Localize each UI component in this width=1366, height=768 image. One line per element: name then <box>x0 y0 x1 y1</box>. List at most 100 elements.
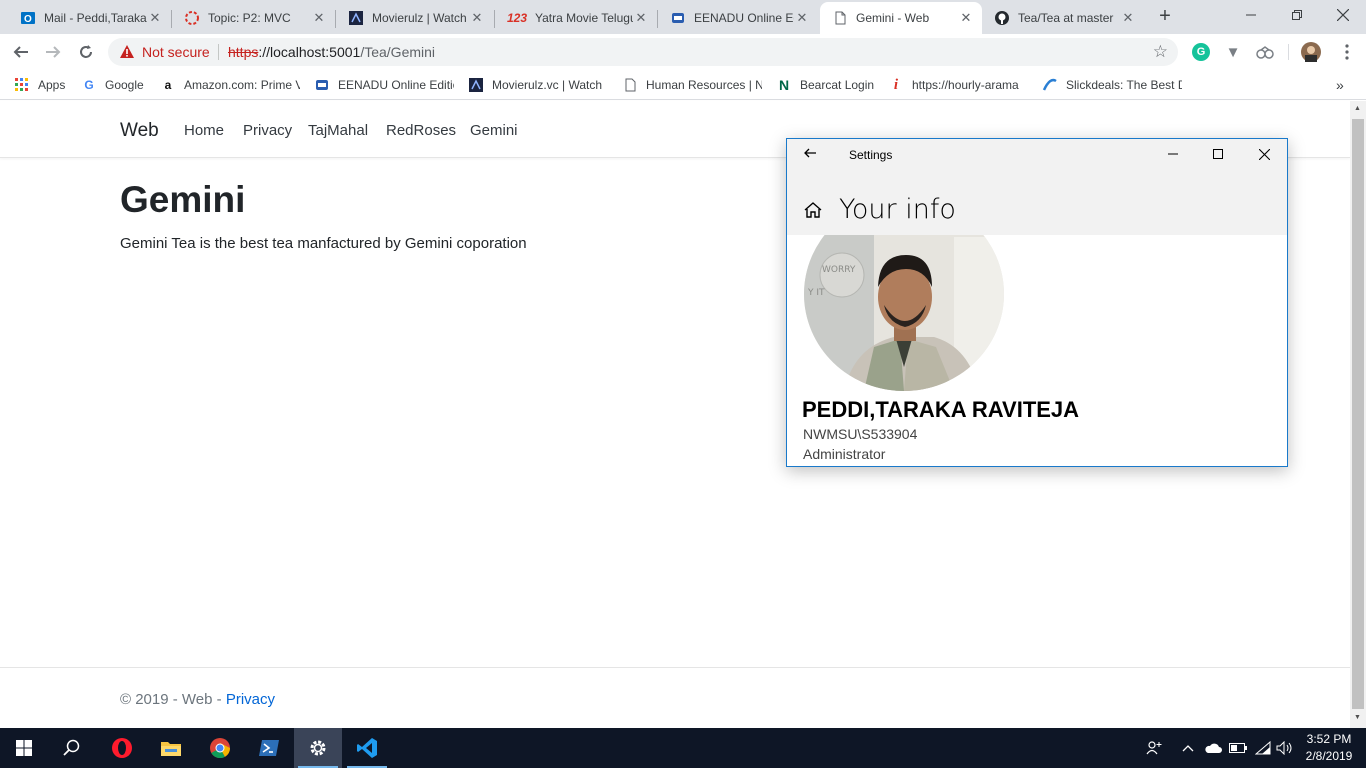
clock-time: 3:52 PM <box>1306 732 1352 746</box>
tab-github[interactable]: Tea/Tea at master ✕ <box>982 2 1144 34</box>
clock-date: 2/8/2019 <box>1305 749 1353 763</box>
close-icon[interactable]: ✕ <box>633 10 649 26</box>
page-scrollbar[interactable]: ▲ ▼ <box>1350 101 1366 728</box>
nav-link-gemini[interactable]: Gemini <box>470 122 518 139</box>
bookmark-human-resources[interactable]: Human Resources | N <box>622 76 762 94</box>
close-icon[interactable]: ✕ <box>794 10 810 26</box>
bookmark-google[interactable]: G Google <box>81 76 143 94</box>
bookmark-slickdeals[interactable]: Slickdeals: The Best D <box>1042 76 1182 94</box>
new-tab-button[interactable]: + <box>1155 6 1175 26</box>
window-close-icon[interactable] <box>1320 0 1366 30</box>
profile-avatar[interactable] <box>1301 42 1321 62</box>
site-brand[interactable]: Web <box>120 120 159 142</box>
windows-start-icon[interactable] <box>0 728 48 768</box>
tab-mail[interactable]: O Mail - Peddi,Taraka ✕ <box>8 2 171 34</box>
nav-link-privacy[interactable]: Privacy <box>243 122 292 139</box>
back-arrow-icon[interactable] <box>803 146 817 165</box>
close-icon[interactable]: ✕ <box>1120 10 1136 26</box>
address-bar[interactable]: Not secure https://localhost:5001/Tea/Ge… <box>108 38 1178 66</box>
tab-movierulz[interactable]: Movierulz | Watch ✕ <box>336 2 493 34</box>
bookmark-amazon[interactable]: a Amazon.com: Prime V <box>160 76 300 94</box>
settings-page-title: Your info <box>839 194 956 225</box>
battery-icon[interactable] <box>1227 728 1249 768</box>
eenadu-icon <box>314 77 330 93</box>
vpn-extension-icon[interactable]: ▼ <box>1224 43 1242 61</box>
svg-text:O: O <box>24 14 32 25</box>
svg-text:Y IT: Y IT <box>807 288 825 298</box>
info-icon: i <box>893 76 899 93</box>
minimize-icon[interactable] <box>1158 143 1188 165</box>
browser-tab-strip: O Mail - Peddi,Taraka ✕ Topic: P2: MVC ✕… <box>0 0 1366 34</box>
restore-icon[interactable] <box>1274 0 1320 30</box>
apps-grid-icon <box>14 77 30 93</box>
bookmarks-bar: Apps G Google a Amazon.com: Prime V EENA… <box>0 70 1366 100</box>
tab-eenadu[interactable]: EENADU Online Ed ✕ <box>658 2 818 34</box>
file-explorer-icon[interactable] <box>147 728 195 768</box>
tab-topic[interactable]: Topic: P2: MVC ✕ <box>172 2 335 34</box>
settings-window-title: Settings <box>849 148 893 162</box>
outlook-icon: O <box>20 10 36 26</box>
bookmark-bearcat[interactable]: N Bearcat Login <box>776 76 874 94</box>
bookmarks-overflow-button[interactable]: » <box>1336 76 1344 94</box>
close-icon[interactable]: ✕ <box>147 10 163 26</box>
windows-taskbar: 3:52 PM 2/8/2019 <box>0 728 1366 768</box>
close-icon[interactable]: ✕ <box>469 10 485 26</box>
123-icon: 123 <box>506 11 528 25</box>
movierulz-icon <box>348 10 364 26</box>
forward-arrow-icon[interactable] <box>40 39 66 65</box>
close-icon[interactable] <box>1249 143 1279 165</box>
people-icon[interactable] <box>1142 728 1166 768</box>
page-description: Gemini Tea is the best tea manfactured b… <box>120 235 527 252</box>
tab-gemini[interactable]: Gemini - Web ✕ <box>820 2 982 34</box>
footer-text: © 2019 - Web - Privacy <box>120 691 276 708</box>
user-display-name: PEDDI,TARAKA RAVITEJA <box>802 397 1080 422</box>
tab-yatra[interactable]: 123 Yatra Movie Telugu ✕ <box>495 2 657 34</box>
nav-link-redroses[interactable]: RedRoses <box>386 122 456 139</box>
extension-icon[interactable] <box>1256 43 1274 61</box>
minimize-icon[interactable] <box>1228 0 1274 30</box>
footer-privacy-link[interactable]: Privacy <box>226 691 275 708</box>
slickdeals-icon <box>1042 77 1058 93</box>
vscode-icon[interactable] <box>343 728 391 768</box>
wifi-icon[interactable] <box>1252 728 1274 768</box>
movierulz-icon <box>468 77 484 93</box>
bookmark-hourly[interactable]: i https://hourly-arama <box>888 76 1024 94</box>
bookmark-movierulz[interactable]: Movierulz.vc | Watch <box>468 76 604 94</box>
taskbar-clock[interactable]: 3:52 PM 2/8/2019 <box>1296 731 1362 765</box>
opera-icon[interactable] <box>98 728 146 768</box>
settings-window: Settings Your info WORRY Y IT PEDDI,TARA… <box>786 138 1288 467</box>
search-icon[interactable] <box>48 728 96 768</box>
bearcat-icon: N <box>778 77 790 93</box>
grammarly-icon[interactable]: G <box>1192 43 1210 61</box>
powershell-icon[interactable] <box>245 728 293 768</box>
toolbar-divider <box>1288 44 1289 60</box>
maximize-icon[interactable] <box>1203 143 1233 165</box>
close-icon[interactable]: ✕ <box>311 10 327 26</box>
warning-triangle-icon[interactable] <box>119 44 135 64</box>
url-text[interactable]: https://localhost:5001/Tea/Gemini <box>228 44 435 60</box>
bookmark-star-icon[interactable]: ☆ <box>1153 42 1168 62</box>
home-icon[interactable] <box>803 201 823 224</box>
scroll-down-arrow-icon[interactable]: ▼ <box>1354 714 1362 721</box>
back-arrow-icon[interactable] <box>8 39 34 65</box>
scroll-up-arrow-icon[interactable]: ▲ <box>1354 105 1362 112</box>
bookmark-apps[interactable]: Apps <box>14 76 65 94</box>
page-icon <box>832 10 848 26</box>
nav-link-tajmahal[interactable]: TajMahal <box>308 122 368 139</box>
onedrive-cloud-icon[interactable] <box>1202 728 1224 768</box>
browser-toolbar: Not secure https://localhost:5001/Tea/Ge… <box>0 34 1366 70</box>
menu-kebab-icon[interactable] <box>1334 39 1360 65</box>
eenadu-icon <box>670 10 686 26</box>
bookmark-eenadu[interactable]: EENADU Online Editio <box>314 76 454 94</box>
reload-icon[interactable] <box>73 39 99 65</box>
settings-gear-icon[interactable] <box>294 728 342 768</box>
volume-icon[interactable] <box>1274 728 1296 768</box>
scrollbar-thumb[interactable] <box>1352 119 1364 709</box>
address-divider <box>218 44 219 60</box>
amazon-icon: a <box>164 78 172 92</box>
close-icon[interactable]: ✕ <box>958 10 974 26</box>
nav-link-home[interactable]: Home <box>184 122 224 139</box>
chrome-icon[interactable] <box>196 728 244 768</box>
chevron-up-icon[interactable] <box>1178 728 1198 768</box>
security-status[interactable]: Not secure <box>142 44 210 60</box>
